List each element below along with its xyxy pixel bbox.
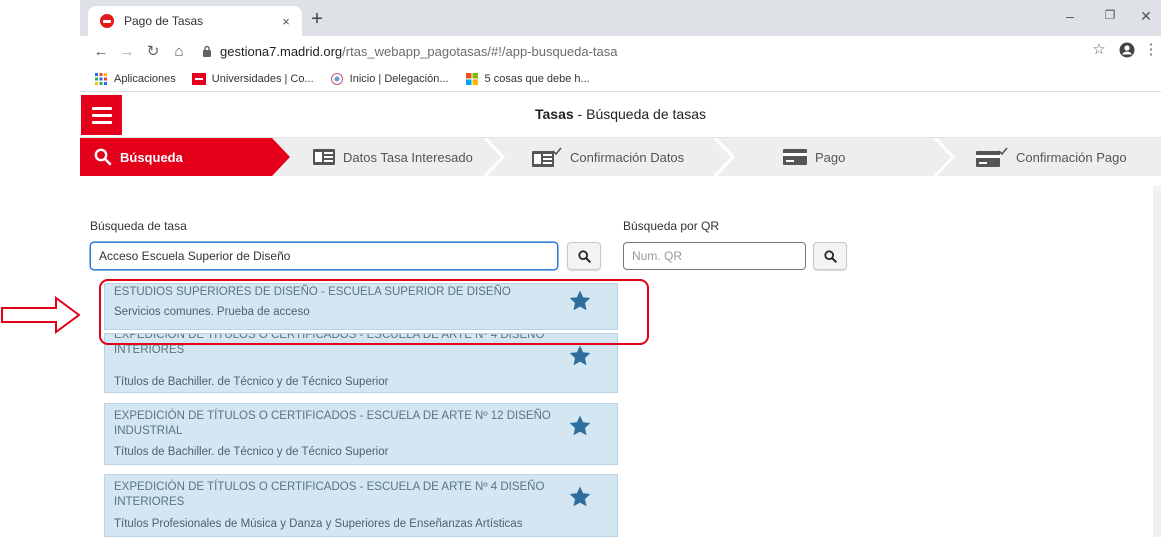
credit-card-icon [783,149,807,165]
qr-input[interactable] [623,242,806,270]
windows-logo-icon [465,72,478,85]
step-datos-tasa-interesado[interactable]: Datos Tasa Interesado [313,138,473,176]
credit-card-check-icon [976,147,1008,167]
step-wizard: Búsqueda Datos Tasa Interesado Confirmac… [80,138,1161,176]
url-text: gestiona7.madrid.org/rtas_webapp_pagotas… [220,44,618,59]
step-label: Búsqueda [120,149,183,165]
minimize-window-icon[interactable]: – [1060,8,1080,24]
result-item-3[interactable]: EXPEDICIÓN DE TÍTULOS O CERTIFICADOS - E… [104,403,618,465]
step-busqueda[interactable]: Búsqueda [94,138,183,176]
page-title-bold: Tasas [535,106,574,122]
home-icon[interactable]: ⌂ [166,38,192,64]
address-bar[interactable]: gestiona7.madrid.org/rtas_webapp_pagotas… [200,39,975,63]
page-title: Tasas - Búsqueda de tasas [80,106,1161,122]
star-icon[interactable] [567,344,593,368]
qr-search-button[interactable] [813,242,847,270]
result-subtitle: Títulos de Bachiller. de Técnico y de Té… [114,376,389,388]
step-pago[interactable]: Pago [783,138,845,176]
bookmark-label: 5 cosas que debe h... [484,72,590,85]
close-window-icon[interactable]: ✕ [1136,8,1156,25]
new-tab-button[interactable]: + [306,9,328,31]
bookmark-universidades[interactable]: Universidades | Co... [191,72,314,85]
bookmark-label: Universidades | Co... [211,72,314,85]
bookmark-delegacion[interactable]: Inicio | Delegación... [330,72,449,85]
search-icon [577,249,591,263]
browser-toolbar: ← → ↻ ⌂ gestiona7.madrid.org/rtas_webapp… [80,36,1161,66]
result-title: EXPEDICIÓN DE TÍTULOS O CERTIFICADOS - E… [114,410,551,437]
bookmark-label: Aplicaciones [114,72,176,85]
result-item-4[interactable]: EXPEDICIÓN DE TÍTULOS O CERTIFICADOS - E… [104,474,618,537]
step-confirmacion-pago[interactable]: Confirmación Pago [976,138,1127,176]
profile-icon[interactable] [1116,40,1138,62]
step-label: Confirmación Datos [570,149,685,165]
madrid-logo-icon [191,72,206,85]
page-title-rest: - Búsqueda de tasas [573,106,706,122]
bookmarks-bar: Aplicaciones Universidades | Co... Inici… [80,66,1161,92]
close-tab-icon[interactable]: × [278,14,294,29]
star-icon[interactable] [567,485,593,509]
id-card-icon [313,149,335,165]
search-button[interactable] [567,242,601,270]
result-subtitle: Títulos Profesionales de Música y Danza … [114,518,523,530]
step-label: Datos Tasa Interesado [343,149,473,165]
url-path: /rtas_webapp_pagotasas/#!/app-busqueda-t… [342,43,618,59]
search-icon [823,249,837,263]
reload-icon[interactable]: ↻ [140,38,166,64]
url-host: gestiona7.madrid.org [220,43,343,59]
result-title: EXPEDICIÓN DE TÍTULOS O CERTIFICADOS - E… [114,481,545,508]
search-input[interactable] [90,242,558,270]
step-label: Confirmación Pago [1016,149,1127,165]
page-scrollbar[interactable] [1153,186,1161,537]
annotation-highlight-box [99,279,649,345]
tab-strip: Pago de Tasas × + – ❐ ✕ [80,0,1161,36]
tab-title: Pago de Tasas [124,14,204,28]
lock-icon [200,44,214,58]
menu-kebab-icon[interactable]: ⋮ [1140,40,1161,58]
bookmark-star-icon[interactable]: ☆ [1088,40,1110,58]
restore-window-icon[interactable]: ❐ [1100,8,1120,22]
search-icon [94,148,112,166]
browser-tab[interactable]: Pago de Tasas × [88,6,302,36]
bookmark-5-cosas[interactable]: 5 cosas que debe h... [465,72,590,85]
step-confirmacion-datos[interactable]: Confirmación Datos [532,138,684,176]
back-icon[interactable]: ← [88,38,114,64]
tab-favicon-icon [100,14,114,28]
star-icon[interactable] [567,414,593,438]
id-card-check-icon [532,147,562,167]
page-header: Tasas - Búsqueda de tasas [80,93,1161,138]
bookmark-aplicaciones[interactable]: Aplicaciones [94,72,176,85]
delegacion-icon [330,72,343,85]
apps-grid-icon [95,72,107,85]
screenshot-stage: Pago de Tasas × + – ❐ ✕ ← → ↻ ⌂ gestiona… [0,0,1161,537]
bookmark-label: Inicio | Delegación... [349,72,449,85]
qr-search-label: Búsqueda por QR [623,219,720,233]
result-subtitle: Títulos de Bachiller. de Técnico y de Té… [114,446,389,458]
step-label: Pago [815,149,846,165]
forward-icon[interactable]: → [114,38,140,64]
annotation-arrow-icon [1,296,81,334]
search-label: Búsqueda de tasa [90,219,187,233]
